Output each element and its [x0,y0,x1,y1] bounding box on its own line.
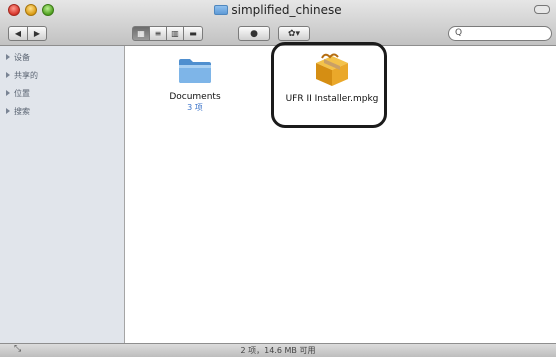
forward-button[interactable]: ▶ [27,26,47,41]
column-view-button[interactable]: ▥ [166,26,184,41]
highlight-annotation [271,42,387,128]
view-buttons: ▦ ≡ ▥ ▬ [132,26,203,41]
sidebar-item-shared[interactable]: 共享的 [6,70,38,81]
documents-folder[interactable]: Documents 3 项 [167,56,223,113]
search-field[interactable]: Q [448,26,552,41]
navigation-buttons: ◀ ▶ [8,26,47,41]
sidebar-item-label: 共享的 [14,71,38,80]
status-text: 2 项，14.6 MB 可用 [240,346,316,355]
disclosure-triangle-icon[interactable] [6,90,10,96]
folder-icon [179,59,211,83]
quicklook-button[interactable]: ● [238,26,270,41]
sidebar-item-label: 设备 [14,53,30,62]
disclosure-triangle-icon[interactable] [6,108,10,114]
item-label: Documents [169,92,221,102]
action-menu-button[interactable]: ✿▾ [278,26,310,41]
list-view-button[interactable]: ≡ [149,26,167,41]
search-icon: Q [455,28,463,38]
icon-view-button[interactable]: ▦ [132,26,150,41]
window-title-text: simplified_chinese [231,3,342,17]
sidebar-item-search[interactable]: 搜索 [6,106,30,117]
status-bar: ⤡ 2 项，14.6 MB 可用 [0,343,556,357]
disclosure-triangle-icon[interactable] [6,72,10,78]
sidebar-item-label: 位置 [14,89,30,98]
back-button[interactable]: ◀ [8,26,28,41]
folder-icon [214,5,229,15]
sidebar-item-devices[interactable]: 设备 [6,52,30,63]
sidebar: 设备 共享的 位置 搜索 [0,46,125,343]
item-count: 3 项 [187,103,203,112]
finder-window: simplified_chinese ◀ ▶ ▦ ≡ ▥ ▬ ● ✿▾ Q 设备… [0,0,556,357]
sidebar-item-label: 搜索 [14,107,30,116]
sidebar-item-places[interactable]: 位置 [6,88,30,99]
disclosure-triangle-icon[interactable] [6,54,10,60]
coverflow-view-button[interactable]: ▬ [183,26,203,41]
toolbar: simplified_chinese ◀ ▶ ▦ ≡ ▥ ▬ ● ✿▾ Q [0,0,556,46]
window-title: simplified_chinese [0,3,556,17]
